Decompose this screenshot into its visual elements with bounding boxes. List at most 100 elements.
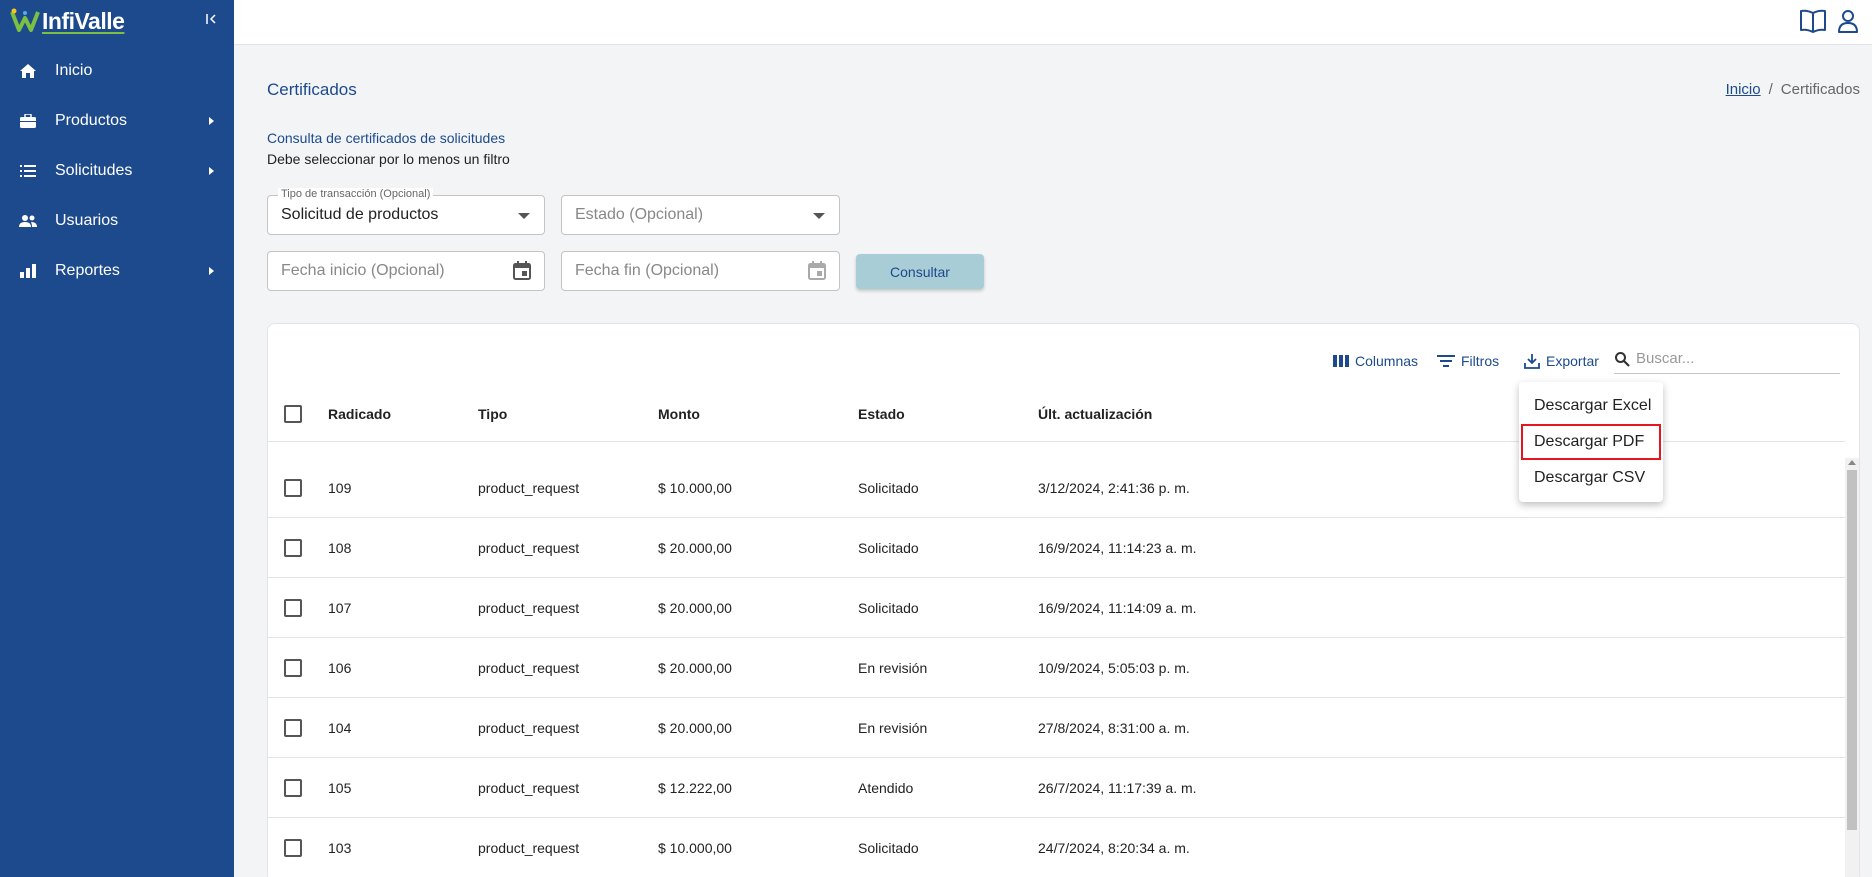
- sidebar-item-usuarios[interactable]: Usuarios: [0, 196, 234, 246]
- menu-item-descargar-csv[interactable]: Descargar CSV: [1519, 460, 1663, 496]
- cell-monto: $ 10.000,00: [658, 839, 732, 856]
- cell-estado: Solicitado: [858, 839, 919, 856]
- column-header-estado[interactable]: Estado: [858, 406, 905, 422]
- export-button[interactable]: Exportar: [1524, 351, 1599, 371]
- brand-name: InfiValle: [42, 7, 125, 34]
- cell-actualizacion: 16/9/2024, 11:14:09 a. m.: [1038, 599, 1197, 616]
- export-menu: Descargar Excel Descargar PDF Descargar …: [1519, 382, 1663, 502]
- columns-label: Columnas: [1355, 353, 1419, 369]
- table-search: [1614, 344, 1840, 374]
- cell-monto: $ 10.000,00: [658, 479, 732, 496]
- row-checkbox[interactable]: [284, 778, 302, 797]
- row-checkbox[interactable]: [284, 658, 302, 677]
- caret-down-icon: [813, 213, 825, 219]
- cell-actualizacion: 26/7/2024, 11:17:39 a. m.: [1038, 779, 1197, 796]
- cell-estado: Solicitado: [858, 479, 919, 496]
- cell-radicado: 106: [328, 659, 352, 676]
- scroll-thumb[interactable]: [1847, 470, 1857, 830]
- row-checkbox[interactable]: [284, 598, 302, 617]
- sidebar-item-label: Solicitudes: [55, 162, 133, 179]
- tipo-transaccion-value: Solicitud de productos: [281, 206, 439, 223]
- cell-actualizacion: 24/7/2024, 8:20:34 a. m.: [1038, 839, 1190, 856]
- filters-button[interactable]: Filtros: [1437, 351, 1499, 371]
- page-subtitle: Consulta de certificados de solicitudes: [267, 130, 506, 146]
- cell-monto: $ 20.000,00: [658, 659, 732, 676]
- fecha-inicio-field[interactable]: Fecha inicio (Opcional): [267, 251, 545, 291]
- book-icon[interactable]: [1799, 7, 1827, 35]
- cell-tipo: product_request: [478, 659, 580, 676]
- column-header-ultima-actualizacion[interactable]: Últ. actualización: [1038, 406, 1152, 422]
- fecha-fin-field[interactable]: Fecha fin (Opcional): [561, 251, 840, 291]
- brand-logo[interactable]: InfiValle: [10, 4, 125, 38]
- row-checkbox[interactable]: [284, 838, 302, 857]
- sidebar-item-reportes[interactable]: Reportes: [0, 246, 234, 296]
- column-header-radicado[interactable]: Radicado: [328, 406, 391, 422]
- cell-tipo: product_request: [478, 479, 580, 496]
- cell-actualizacion: 27/8/2024, 8:31:00 a. m.: [1038, 719, 1190, 736]
- cell-estado: Atendido: [858, 779, 914, 796]
- collapse-icon: [206, 14, 216, 24]
- cell-radicado: 104: [328, 719, 352, 736]
- table-row[interactable]: 105 product_request $ 12.222,00 Atendido…: [268, 758, 1845, 818]
- table-row[interactable]: 104 product_request $ 20.000,00 En revis…: [268, 698, 1845, 758]
- select-all-checkbox[interactable]: [284, 405, 302, 423]
- cell-tipo: product_request: [478, 839, 580, 856]
- cell-radicado: 108: [328, 539, 352, 556]
- estado-select[interactable]: Estado (Opcional): [561, 195, 840, 235]
- menu-item-descargar-pdf[interactable]: Descargar PDF: [1521, 424, 1661, 460]
- logo-mark-icon: [10, 8, 40, 32]
- breadcrumb-current: Certificados: [1780, 81, 1860, 98]
- breadcrumb-home-link[interactable]: Inicio: [1726, 81, 1761, 98]
- sidebar-nav: Inicio Productos Solicitudes Usuarios Re…: [0, 46, 234, 296]
- menu-item-descargar-excel[interactable]: Descargar Excel: [1519, 388, 1663, 424]
- sidebar-item-inicio[interactable]: Inicio: [0, 46, 234, 96]
- sidebar-item-label: Inicio: [55, 62, 93, 79]
- sidebar-item-label: Usuarios: [55, 212, 119, 229]
- cell-tipo: product_request: [478, 779, 580, 796]
- cell-estado: En revisión: [858, 659, 928, 676]
- cell-monto: $ 20.000,00: [658, 599, 732, 616]
- cell-tipo: product_request: [478, 599, 580, 616]
- row-checkbox[interactable]: [284, 718, 302, 737]
- table-scrollbar[interactable]: [1845, 458, 1859, 877]
- table-row[interactable]: 107 product_request $ 20.000,00 Solicita…: [268, 578, 1845, 638]
- user-icon[interactable]: [1834, 7, 1862, 35]
- chart-icon: [19, 262, 37, 280]
- breadcrumb-separator: /: [1768, 81, 1773, 98]
- filters-label: Filtros: [1461, 353, 1500, 369]
- sidebar-item-solicitudes[interactable]: Solicitudes: [0, 146, 234, 196]
- table-row[interactable]: 106 product_request $ 20.000,00 En revis…: [268, 638, 1845, 698]
- scroll-up-arrow-icon[interactable]: [1848, 460, 1856, 465]
- cell-actualizacion: 3/12/2024, 2:41:36 p. m.: [1038, 479, 1190, 496]
- home-icon: [19, 62, 37, 80]
- cell-estado: En revisión: [858, 719, 928, 736]
- column-header-monto[interactable]: Monto: [658, 406, 700, 422]
- list-icon: [19, 162, 37, 180]
- cell-actualizacion: 16/9/2024, 11:14:23 a. m.: [1038, 539, 1197, 556]
- cell-monto: $ 20.000,00: [658, 719, 732, 736]
- calendar-icon[interactable]: [807, 261, 827, 281]
- download-icon: [1524, 354, 1540, 369]
- column-header-tipo[interactable]: Tipo: [478, 406, 507, 422]
- cell-monto: $ 12.222,00: [658, 779, 732, 796]
- row-checkbox[interactable]: [284, 478, 302, 497]
- cell-actualizacion: 10/9/2024, 5:05:03 p. m.: [1038, 659, 1190, 676]
- row-checkbox[interactable]: [284, 538, 302, 557]
- tipo-transaccion-label: Tipo de transacción (Opcional): [278, 188, 434, 200]
- calendar-icon[interactable]: [512, 261, 532, 281]
- page-title: Certificados: [267, 80, 357, 99]
- chevron-right-icon: [209, 167, 214, 175]
- breadcrumb: Inicio / Certificados: [1726, 81, 1860, 98]
- filter-lines-icon: [1437, 355, 1455, 367]
- fecha-fin-placeholder: Fecha fin (Opcional): [575, 262, 720, 279]
- consultar-button[interactable]: Consultar: [856, 254, 984, 289]
- sidebar-item-productos[interactable]: Productos: [0, 96, 234, 146]
- search-icon: [1615, 351, 1630, 367]
- collapse-sidebar-button[interactable]: [203, 10, 221, 28]
- top-bar: [234, 0, 1872, 45]
- tipo-transaccion-select[interactable]: Tipo de transacción (Opcional) Solicitud…: [267, 188, 545, 235]
- search-input[interactable]: [1636, 350, 1826, 367]
- columns-button[interactable]: Columnas: [1333, 351, 1418, 371]
- table-row[interactable]: 103 product_request $ 10.000,00 Solicita…: [268, 818, 1845, 877]
- table-row[interactable]: 108 product_request $ 20.000,00 Solicita…: [268, 518, 1845, 578]
